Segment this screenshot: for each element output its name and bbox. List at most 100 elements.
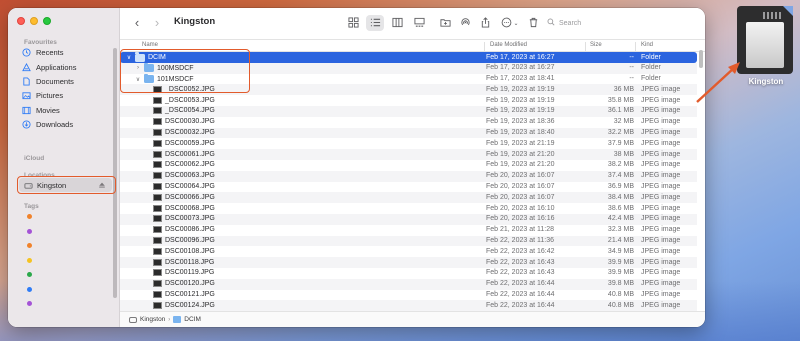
disclosure-right-icon[interactable]: › <box>135 65 141 71</box>
sidebar-item-recents[interactable]: Recents <box>22 46 64 59</box>
file-row[interactable]: DSC00118.JPG Feb 22, 2023 at 16:43 39.9 MB… <box>120 257 697 268</box>
list-view-button[interactable] <box>366 15 384 31</box>
file-row[interactable]: DSC00108.JPG Feb 22, 2023 at 16:42 34.9 MB… <box>120 246 697 257</box>
folder-icon <box>144 62 154 73</box>
kind-cell: JPEG image <box>641 301 681 309</box>
sidebar-item-label: Applications <box>36 63 77 72</box>
disclosure-down-icon[interactable]: ∨ <box>135 76 141 83</box>
column-header-kind[interactable]: Kind <box>641 42 653 48</box>
file-name: DSC00086.JPG <box>165 226 215 234</box>
file-row[interactable]: DSC00064.JPG Feb 20, 2023 at 16:07 36.9 MB… <box>120 182 697 193</box>
airdrop-button[interactable] <box>456 15 474 31</box>
gallery-view-button[interactable] <box>410 15 428 31</box>
trash-button[interactable] <box>524 15 542 31</box>
image-thumbnail-icon <box>153 291 162 299</box>
tag-dot[interactable] <box>27 243 32 248</box>
size-cell: 37.9 MB <box>607 139 634 147</box>
image-thumbnail-icon <box>153 96 162 104</box>
date-cell: Feb 17, 2023 at 16:27 <box>486 64 555 72</box>
file-row[interactable]: DSC00120.JPG Feb 22, 2023 at 16:44 39.8 MB… <box>120 278 697 290</box>
file-row[interactable]: DSC00062.JPG Feb 19, 2023 at 21:20 38.2 MB… <box>120 160 697 171</box>
column-header-name[interactable]: Name <box>142 42 158 48</box>
file-row[interactable]: DSC00086.JPG Feb 21, 2023 at 11:28 32.3 MB… <box>120 225 697 236</box>
column-header-date[interactable]: Date Modified <box>490 42 527 48</box>
external-drive-icon <box>129 316 137 323</box>
file-row[interactable]: DSC00096.JPG Feb 22, 2023 at 11:36 21.4 MB… <box>120 235 697 247</box>
tag-dot[interactable] <box>27 301 32 306</box>
sidebar-item-documents[interactable]: Documents <box>22 75 74 88</box>
icon-view-button[interactable] <box>344 15 362 31</box>
size-cell: 38.4 MB <box>607 193 634 201</box>
file-row[interactable]: _DSC0054.JPG Feb 19, 2023 at 19:19 36.1 MB… <box>120 105 697 117</box>
name-cell: DSC00062.JPG <box>144 161 215 169</box>
column-header-row: Name Date Modified Size Kind <box>120 40 705 52</box>
search-field[interactable]: Search <box>547 17 607 29</box>
eject-icon[interactable] <box>98 181 106 189</box>
close-button[interactable] <box>17 17 25 25</box>
column-header-size[interactable]: Size <box>590 42 602 48</box>
file-row[interactable]: DSC00032.JPG Feb 19, 2023 at 18:40 32.2 MB… <box>120 127 697 139</box>
sidebar-item-movies[interactable]: Movies <box>22 104 60 117</box>
file-row[interactable]: DSC00119.JPG Feb 22, 2023 at 16:43 39.9 MB… <box>120 268 697 279</box>
path-item-kingston[interactable]: Kingston <box>140 316 165 323</box>
kind-cell: JPEG image <box>641 247 681 255</box>
sidebar-item-applications[interactable]: Applications <box>22 61 76 74</box>
file-row[interactable]: DSC00061.JPG Feb 19, 2023 at 21:20 38 MB JP… <box>120 149 697 160</box>
path-item-dcim[interactable]: DCIM <box>184 316 201 323</box>
name-cell: DSC00096.JPG <box>144 237 215 245</box>
sd-card-icon[interactable] <box>737 6 793 74</box>
folder-row[interactable]: ∨ 101MSDCF Feb 17, 2023 at 18:41 -- Folder <box>120 73 697 85</box>
folder-icon <box>173 316 182 323</box>
image-thumbnail-icon <box>153 85 162 93</box>
tag-dot[interactable] <box>27 272 32 277</box>
file-row[interactable]: DSC00124.JPG Feb 22, 2023 at 16:44 40.8 MB… <box>120 300 697 311</box>
size-cell: 39.8 MB <box>607 280 634 288</box>
share-button[interactable] <box>476 15 494 31</box>
tag-dot[interactable] <box>27 258 32 263</box>
desktop-drive-label[interactable]: Kingston <box>736 77 796 86</box>
file-row[interactable]: DSC00030.JPG Feb 19, 2023 at 18:36 32 MB JP… <box>120 117 697 128</box>
size-cell: 32.3 MB <box>607 226 634 234</box>
file-row[interactable]: DSC00068.JPG Feb 20, 2023 at 16:10 38.6 MB… <box>120 203 697 214</box>
list-icon <box>370 17 381 30</box>
file-row[interactable]: DSC00059.JPG Feb 19, 2023 at 21:19 37.9 MB… <box>120 138 697 149</box>
minimize-button[interactable] <box>30 17 38 25</box>
column-view-button[interactable] <box>388 15 406 31</box>
file-row[interactable]: DSC00121.JPG Feb 22, 2023 at 16:44 40.8 MB… <box>120 290 697 301</box>
file-row[interactable]: DSC00066.JPG Feb 20, 2023 at 16:07 38.4 MB… <box>120 192 697 204</box>
folder-row[interactable]: › 100MSDCF Feb 17, 2023 at 16:27 -- Folder <box>120 62 697 74</box>
new-folder-button[interactable] <box>436 15 454 31</box>
file-row[interactable]: _DSC0053.JPG Feb 19, 2023 at 19:19 35.8 MB… <box>120 95 697 106</box>
back-button[interactable]: ‹ <box>130 16 144 30</box>
kind-cell: JPEG image <box>641 150 681 158</box>
column-divider[interactable] <box>635 42 636 51</box>
window-title: Kingston <box>174 16 216 27</box>
sidebar-section-favourites: Favourites <box>24 39 57 46</box>
tag-dot[interactable] <box>27 287 32 292</box>
sidebar-item-pictures[interactable]: Pictures <box>22 89 63 102</box>
file-row[interactable]: DSC00073.JPG Feb 20, 2023 at 16:16 42.4 MB… <box>120 213 697 225</box>
kind-cell: JPEG image <box>641 107 681 115</box>
date-cell: Feb 19, 2023 at 18:40 <box>486 129 555 137</box>
path-bar: Kingston › DCIM <box>120 311 705 327</box>
sidebar-item-downloads[interactable]: Downloads <box>22 118 73 131</box>
action-menu-button[interactable]: ⌄ <box>498 15 522 31</box>
column-divider[interactable] <box>585 42 586 51</box>
file-row[interactable]: _DSC0052.JPG Feb 19, 2023 at 19:19 36 MB JP… <box>120 84 697 96</box>
file-list-scrollbar[interactable] <box>699 50 703 68</box>
disclosure-down-icon[interactable]: ∨ <box>126 54 132 61</box>
forward-button[interactable]: › <box>150 16 164 30</box>
file-name: DSC00030.JPG <box>165 118 215 126</box>
size-cell: 40.8 MB <box>607 301 634 309</box>
tag-dot[interactable] <box>27 229 32 234</box>
tag-dot[interactable] <box>27 214 32 219</box>
zoom-button[interactable] <box>43 17 51 25</box>
folder-row[interactable]: ∨ DCIM Feb 17, 2023 at 16:27 -- Folder <box>120 52 697 63</box>
column-divider[interactable] <box>484 42 485 51</box>
sidebar-item-kingston[interactable]: Kingston <box>19 178 112 192</box>
date-cell: Feb 17, 2023 at 16:27 <box>486 53 555 61</box>
file-row[interactable]: DSC00063.JPG Feb 20, 2023 at 16:07 37.4 MB… <box>120 170 697 182</box>
date-cell: Feb 19, 2023 at 19:19 <box>486 96 555 104</box>
image-thumbnail-icon <box>153 204 162 212</box>
sidebar-scrollbar[interactable] <box>113 48 117 298</box>
